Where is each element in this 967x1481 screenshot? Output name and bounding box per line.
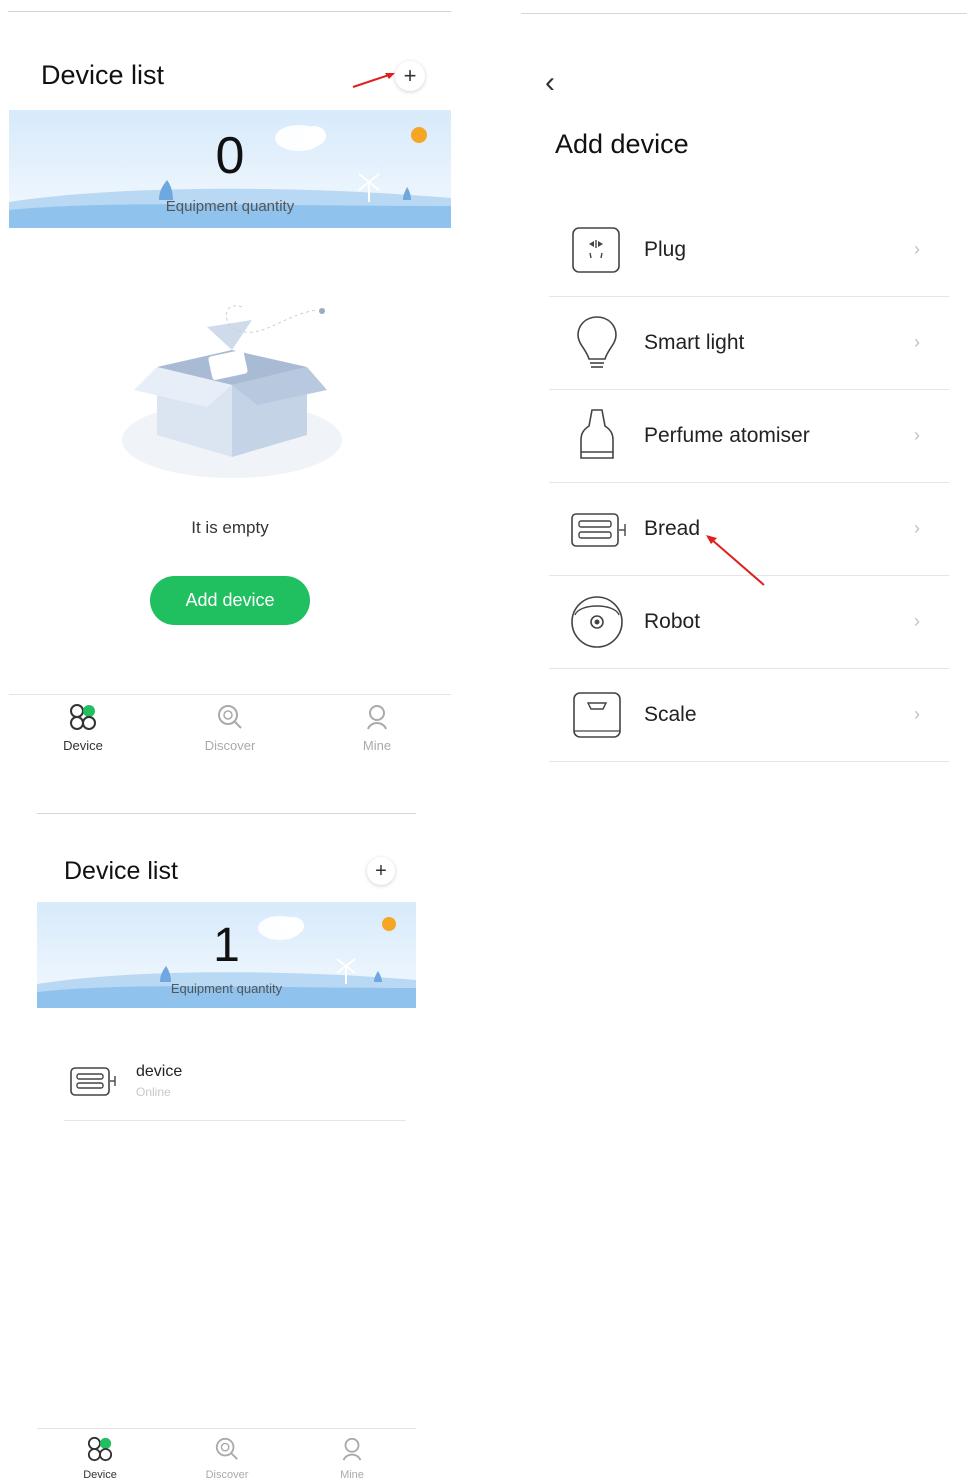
user-icon [367, 705, 387, 730]
device-type-smart-light[interactable]: Smart light › [549, 297, 949, 390]
device-type-label: Scale [644, 703, 697, 726]
bulb-icon [577, 316, 617, 368]
tab-mine[interactable]: Mine [329, 1436, 375, 1481]
device-type-label: Bread [644, 517, 701, 540]
device-type-label: Robot [644, 610, 701, 633]
user-icon [342, 1437, 362, 1461]
chevron-right-icon: › [914, 332, 920, 352]
chevron-right-icon: › [914, 704, 920, 724]
equipment-banner: 1 Equipment quantity [37, 902, 416, 1008]
device-clover-icon [87, 1436, 113, 1462]
equipment-quantity-label: Equipment quantity [170, 981, 283, 996]
device-type-label: Smart light [644, 331, 745, 354]
chevron-right-icon: › [914, 518, 920, 538]
top-divider [37, 813, 416, 814]
chevron-right-icon: › [914, 425, 920, 445]
add-device-plus-button[interactable]: + [395, 61, 425, 91]
device-clover-icon [70, 704, 96, 730]
atomiser-icon [580, 409, 614, 459]
page-title: Device list [41, 60, 165, 90]
page-title: Add device [555, 129, 689, 159]
add-device-button[interactable]: Add device [150, 576, 310, 625]
bottom-tab-bar: Device Discover Mine [37, 1428, 416, 1481]
tab-label: Discover [205, 1469, 249, 1481]
tab-label: Discover [204, 738, 256, 753]
device-type-robot[interactable]: Robot › [549, 576, 949, 669]
bread-maker-icon [571, 513, 626, 547]
device-type-label: Plug [644, 238, 687, 261]
top-divider [521, 13, 967, 14]
device-status: Online [136, 1085, 171, 1099]
tab-device[interactable]: Device [73, 1436, 127, 1481]
device-type-label: Perfume atomiser [644, 424, 810, 447]
bread-maker-icon [70, 1067, 116, 1096]
chevron-right-icon: › [914, 239, 920, 259]
tab-label: Device [83, 1469, 117, 1481]
top-divider [8, 11, 451, 12]
tab-discover[interactable]: Discover [197, 703, 263, 753]
plug-icon [572, 227, 620, 273]
empty-box-illustration [122, 305, 342, 478]
bottom-tab-bar: Device Discover Mine [9, 694, 451, 765]
device-name: device [136, 1063, 183, 1080]
tab-device[interactable]: Device [52, 703, 114, 753]
equipment-count: 1 [213, 919, 240, 972]
back-button[interactable]: ‹ [545, 66, 555, 100]
annotation-arrow [352, 73, 395, 88]
add-device-plus-button[interactable]: + [367, 857, 395, 885]
tab-label: Mine [362, 738, 392, 753]
tab-mine[interactable]: Mine [349, 703, 405, 753]
discover-search-icon [218, 705, 242, 729]
empty-state-text: It is empty [191, 518, 269, 537]
equipment-count: 0 [215, 127, 245, 185]
tab-label: Device [63, 738, 103, 753]
tab-label: Mine [340, 1469, 364, 1481]
device-type-plug[interactable]: Plug › [549, 204, 949, 297]
equipment-banner: 0 Equipment quantity [9, 110, 451, 228]
device-list-item[interactable]: device Online [64, 1048, 406, 1121]
tab-discover[interactable]: Discover [197, 1436, 257, 1481]
discover-search-icon [215, 1437, 238, 1460]
robot-vacuum-icon [571, 596, 623, 648]
device-type-perfume-atomiser[interactable]: Perfume atomiser › [549, 390, 949, 483]
chevron-right-icon: › [914, 611, 920, 631]
equipment-quantity-label: Equipment quantity [165, 198, 295, 215]
scale-icon [573, 692, 621, 738]
device-type-scale[interactable]: Scale › [549, 669, 949, 762]
page-title: Device list [64, 857, 178, 885]
